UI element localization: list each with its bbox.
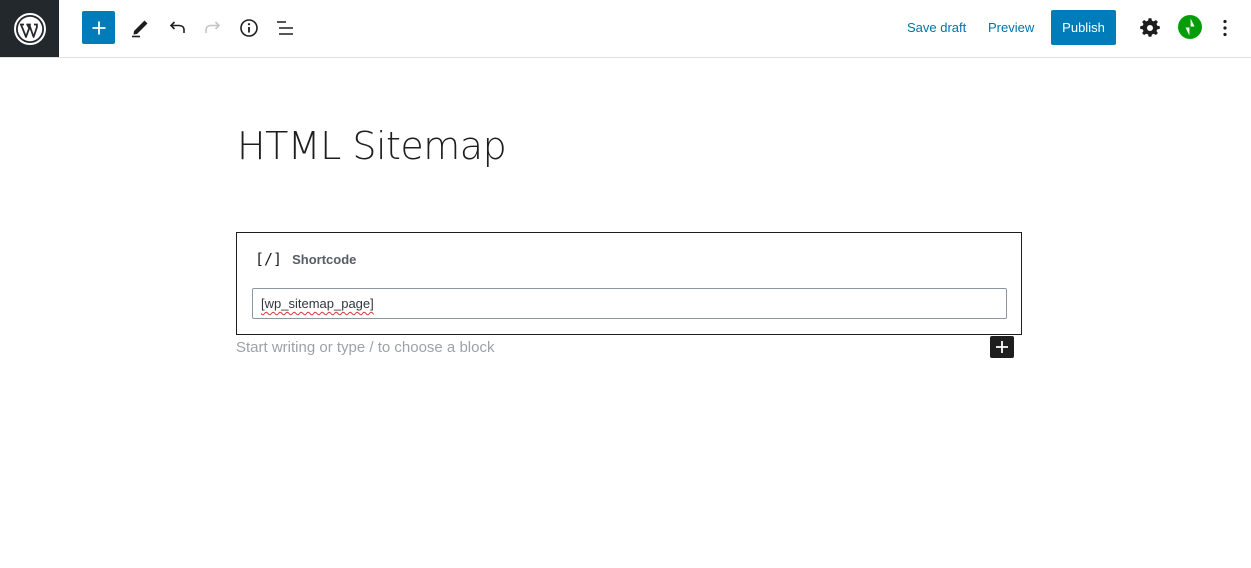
block-inserter-button[interactable] xyxy=(82,11,115,44)
post-title[interactable]: HTML Sitemap xyxy=(237,122,507,170)
jetpack-button[interactable] xyxy=(1178,15,1202,39)
default-block-appender[interactable]: Start writing or type / to choose a bloc… xyxy=(236,338,494,358)
save-draft-button[interactable]: Save draft xyxy=(907,18,966,38)
tools-button[interactable] xyxy=(123,11,157,45)
shortcode-block-header: [/] Shortcode xyxy=(255,250,356,268)
shortcode-input[interactable]: [wp_sitemap_page] xyxy=(252,288,1007,319)
shortcode-input-value: [wp_sitemap_page] xyxy=(261,296,374,311)
plus-icon xyxy=(996,341,1008,353)
publish-button[interactable]: Publish xyxy=(1051,10,1116,45)
settings-button[interactable] xyxy=(1133,11,1167,45)
plus-icon xyxy=(92,21,105,34)
gear-icon xyxy=(1140,18,1160,37)
details-button[interactable] xyxy=(232,11,266,45)
shortcode-icon: [/] xyxy=(255,250,283,268)
info-icon xyxy=(240,19,258,37)
more-options-button[interactable] xyxy=(1210,11,1240,45)
preview-button[interactable]: Preview xyxy=(988,18,1034,38)
add-block-button[interactable] xyxy=(990,336,1014,358)
more-vertical-icon xyxy=(1223,19,1227,37)
list-view-icon xyxy=(277,21,293,35)
redo-icon xyxy=(205,21,221,33)
wordpress-icon xyxy=(13,12,46,45)
jetpack-icon xyxy=(1185,18,1195,36)
undo-button[interactable] xyxy=(160,11,194,45)
redo-button[interactable] xyxy=(196,11,230,45)
pencil-icon xyxy=(132,20,148,38)
list-view-button[interactable] xyxy=(268,11,302,45)
shortcode-block[interactable]: [/] Shortcode [wp_sitemap_page] xyxy=(236,232,1022,335)
shortcode-block-label: Shortcode xyxy=(292,251,357,267)
wordpress-logo-button[interactable] xyxy=(0,0,59,57)
undo-icon xyxy=(169,21,185,33)
editor-header: Save draft Preview Publish xyxy=(0,0,1251,58)
